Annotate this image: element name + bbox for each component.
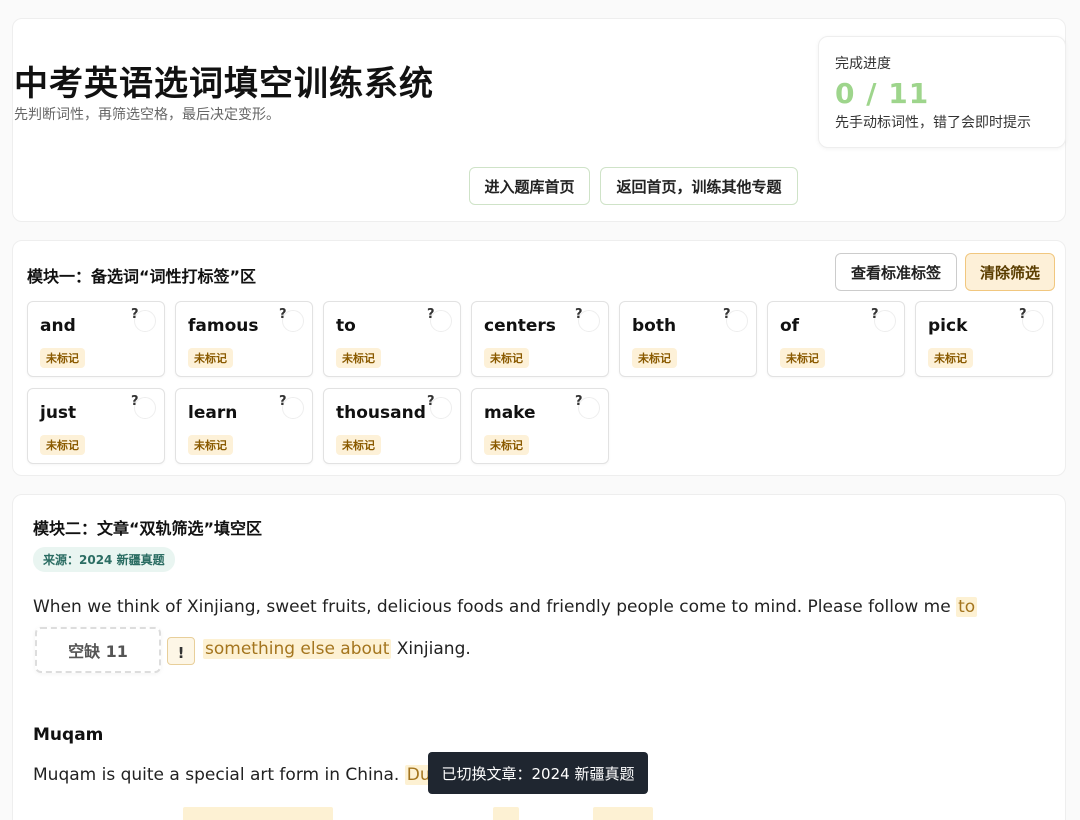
passage-text: Muqam is quite a special art form in Chi… [33,765,400,785]
page: 中考英语选词填空训练系统 先判断词性，再筛选空格，最后决定变形。 完成进度 0 … [0,0,1080,820]
highlight-fragment [493,807,519,820]
question-badge-icon[interactable]: ? [723,307,748,332]
highlight-word[interactable]: to [956,597,978,617]
word-text: famous [188,316,259,336]
word-text: centers [484,316,556,336]
progress-value: 0 / 11 [835,77,930,110]
view-standard-tags-button[interactable]: 查看标准标签 [835,253,957,291]
question-badge-icon[interactable]: ? [427,394,452,419]
passage-text: Xinjiang. [396,639,471,659]
passage-line-cutoff [33,803,673,820]
word-tag: 未标记 [40,435,85,455]
word-text: and [40,316,76,336]
word-card-centers[interactable]: centers ? 未标记 [471,301,609,377]
question-badge-icon[interactable]: ? [575,394,600,419]
module2-title: 模块二：文章“双轨筛选”填空区 [33,519,263,538]
word-tag: 未标记 [928,348,973,368]
word-card-to[interactable]: to ? 未标记 [323,301,461,377]
question-badge-icon[interactable]: ? [575,307,600,332]
passage-line-2: something else about Xinjiang. [203,639,471,659]
question-badge-icon[interactable]: ? [427,307,452,332]
word-card-learn[interactable]: learn ? 未标记 [175,388,313,464]
word-text: just [40,403,77,423]
word-card-famous[interactable]: famous ? 未标记 [175,301,313,377]
word-tag: 未标记 [484,435,529,455]
question-badge-icon[interactable]: ? [131,394,156,419]
module1-title: 模块一：备选词“词性打标签”区 [27,267,257,286]
question-badge-icon[interactable]: ? [279,394,304,419]
section-heading: Muqam [33,725,104,745]
word-tag: 未标记 [336,348,381,368]
toast-notification: 已切换文章：2024 新疆真题 [428,752,648,794]
word-card-both[interactable]: both ? 未标记 [619,301,757,377]
module-word-tags: 模块一：备选词“词性打标签”区 查看标准标签 清除筛选 and ? 未标记 fa… [12,240,1066,476]
highlight-fragment [183,807,333,820]
passage-text: When we think of Xinjiang, sweet fruits,… [33,597,951,617]
word-text: of [780,316,800,336]
word-tag: 未标记 [632,348,677,368]
word-tag: 未标记 [188,435,233,455]
progress-hint: 先手动标词性，错了会即时提示 [835,115,1031,131]
question-badge-icon[interactable]: ? [1019,307,1044,332]
hint-exclamation-button[interactable]: ! [167,637,195,665]
question-badge-icon[interactable]: ? [131,307,156,332]
word-tag: 未标记 [484,348,529,368]
page-subtitle: 先判断词性，再筛选空格，最后决定变形。 [14,107,280,123]
word-tag: 未标记 [336,435,381,455]
word-text: make [484,403,536,423]
word-card-pick[interactable]: pick ? 未标记 [915,301,1053,377]
clear-filter-button[interactable]: 清除筛选 [965,253,1055,291]
word-tag: 未标记 [780,348,825,368]
question-badge-icon[interactable]: ? [279,307,304,332]
highlight-phrase[interactable]: something else about [203,639,392,659]
word-card-just[interactable]: just ? 未标记 [27,388,165,464]
word-card-make[interactable]: make ? 未标记 [471,388,609,464]
word-text: pick [928,316,968,336]
question-badge-icon[interactable]: ? [871,307,896,332]
bank-home-button[interactable]: 进入题库首页 [469,167,590,205]
word-card-and[interactable]: and ? 未标记 [27,301,165,377]
word-tag: 未标记 [188,348,233,368]
back-home-button[interactable]: 返回首页，训练其他专题 [600,167,798,205]
source-badge: 来源：2024 新疆真题 [33,547,175,572]
word-tag: 未标记 [40,348,85,368]
progress-card: 完成进度 0 / 11 先手动标词性，错了会即时提示 [818,36,1066,148]
word-card-of[interactable]: of ? 未标记 [767,301,905,377]
word-text: both [632,316,677,336]
word-card-thousand[interactable]: thousand ? 未标记 [323,388,461,464]
page-title: 中考英语选词填空训练系统 [14,64,434,104]
word-text: to [336,316,356,336]
word-text: learn [188,403,238,423]
highlight-fragment [593,807,653,820]
progress-label: 完成进度 [835,56,891,72]
blank-slot-11[interactable]: 空缺 11 [35,627,161,673]
passage-line-3: Muqam is quite a special art form in Chi… [33,765,440,785]
passage-line-1: When we think of Xinjiang, sweet fruits,… [33,597,978,617]
word-text: thousand [336,403,426,423]
